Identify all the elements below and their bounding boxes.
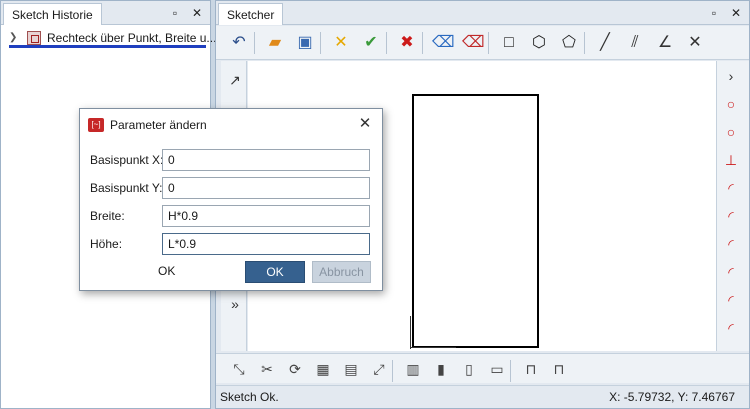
toolbar-separator	[422, 32, 423, 54]
label-basispunkt-x: Basispunkt X:	[90, 153, 164, 167]
label-basispunkt-y: Basispunkt Y:	[90, 181, 163, 195]
breite-input[interactable]: H*0.9	[162, 205, 370, 227]
arc-2-icon[interactable]: ◜	[720, 205, 742, 227]
measure-2-icon[interactable]: ⊓	[548, 358, 570, 380]
scale-icon[interactable]: ⤢	[368, 358, 390, 380]
accept-icon[interactable]: ✔	[360, 32, 382, 54]
cross-line-icon[interactable]: ✕	[684, 32, 706, 54]
double-line-icon[interactable]: ⫽	[624, 32, 646, 54]
tangent-point-icon[interactable]: ↗	[224, 69, 246, 91]
arc-4-icon[interactable]: ◜	[720, 261, 742, 283]
line-icon[interactable]: ╱	[594, 32, 616, 54]
hexagon-icon[interactable]: ⬡	[528, 32, 550, 54]
selection-underline	[9, 45, 206, 48]
toolbar-separator	[254, 32, 255, 54]
tab-sketch-historie[interactable]: Sketch Historie	[3, 3, 102, 25]
rotate-icon[interactable]: ⟳	[284, 358, 306, 380]
save-icon[interactable]: ▣	[294, 32, 316, 54]
delete-icon[interactable]: ✖	[396, 32, 418, 54]
coordinates-readout: X: -5.79732, Y: 7.46767	[609, 390, 735, 404]
trim-icon[interactable]: ✂	[256, 358, 278, 380]
status-bar: Sketch Ok. X: -5.79732, Y: 7.46767	[216, 385, 749, 408]
parameter-dialog: [~] Parameter ändern ✕ Basispunkt X: 0 B…	[79, 108, 383, 291]
angle-line-icon[interactable]: ∠	[654, 32, 676, 54]
measure-icon[interactable]: ⊓	[520, 358, 542, 380]
open-folder-icon[interactable]: ▰	[264, 32, 286, 54]
move-icon[interactable]: ⤡	[228, 358, 250, 380]
copy-grid-icon[interactable]: ▦	[312, 358, 334, 380]
basispunkt-x-input[interactable]: 0	[162, 149, 370, 171]
dialog-app-icon: [~]	[88, 118, 104, 132]
bottom-toolbar: ⤡ ✂ ⟳ ▦ ▤ ⤢ ▥ ▮ ▯ ▭ ⊓ ⊓	[216, 353, 749, 383]
dim-icon[interactable]: ▭	[486, 358, 508, 380]
right-toolbar: › ○ ○ ⊥ ◜ ◜ ◜ ◜ ◜ ◜	[716, 61, 749, 351]
undo-icon[interactable]: ↶	[228, 32, 250, 54]
x-axis-marker	[410, 347, 456, 348]
toolbar-separator	[488, 32, 489, 54]
pentagon-icon[interactable]: ⬠	[558, 32, 580, 54]
arc-tangent-icon[interactable]: ◜	[720, 289, 742, 311]
rectangle-sketch-icon	[27, 31, 41, 45]
label-breite: Breite:	[90, 209, 125, 223]
circle-tangent-icon[interactable]: ⊥	[720, 149, 742, 171]
main-toolbar: ↶ ▰ ▣ ✕ ✔ ✖ ⌫ ⌫ □ ⬡ ⬠ ╱ ⫽ ∠ ✕	[216, 26, 749, 60]
y-axis-marker	[410, 316, 411, 349]
tab-sketcher[interactable]: Sketcher	[218, 3, 284, 25]
hoehe-input[interactable]: L*0.9	[162, 233, 370, 255]
eraser-red-icon[interactable]: ⌫	[462, 32, 485, 54]
toolbar-separator	[392, 360, 393, 382]
toolbar-separator	[510, 360, 511, 382]
restore-icon[interactable]: ▫	[706, 5, 722, 21]
toolbar-separator	[386, 32, 387, 54]
label-hoehe: Höhe:	[90, 237, 123, 251]
toolbar-separator	[584, 32, 585, 54]
restore-icon[interactable]: ▫	[167, 5, 183, 21]
close-icon[interactable]: ✕	[728, 5, 744, 21]
close-icon[interactable]: ✕	[356, 115, 374, 133]
cancel-icon[interactable]: ✕	[330, 32, 352, 54]
sketch-rectangle[interactable]	[412, 94, 539, 348]
basispunkt-y-input[interactable]: 0	[162, 177, 370, 199]
status-text: Sketch Ok.	[220, 390, 279, 404]
close-icon[interactable]: ✕	[189, 5, 205, 21]
sketcher-pane-header: Sketcher ▫ ✕	[216, 1, 749, 25]
arc-icon[interactable]: ◜	[720, 177, 742, 199]
cancel-button: Abbruch	[312, 261, 371, 283]
align-icon[interactable]: ▥	[402, 358, 424, 380]
eraser-icon[interactable]: ⌫	[432, 32, 455, 54]
circle-center-icon[interactable]: ○	[720, 121, 742, 143]
history-pane-header: Sketch Historie ▫ ✕	[1, 1, 210, 25]
ok-button[interactable]: OK	[245, 261, 305, 283]
bars-icon[interactable]: ▮	[430, 358, 452, 380]
arc-tangent-2-icon[interactable]: ◜	[720, 317, 742, 339]
toolbar-separator	[320, 32, 321, 54]
circle-icon[interactable]: ○	[720, 93, 742, 115]
dialog-title: Parameter ändern	[110, 118, 207, 132]
mirror-icon[interactable]: ▤	[340, 358, 362, 380]
ok-text: OK	[158, 264, 176, 278]
columns-icon[interactable]: ▯	[458, 358, 480, 380]
rectangle-icon[interactable]: □	[498, 32, 520, 54]
more-icon[interactable]: ›	[720, 65, 742, 87]
arc-3-icon[interactable]: ◜	[720, 233, 742, 255]
expand-down-2-icon[interactable]: »	[224, 293, 246, 315]
